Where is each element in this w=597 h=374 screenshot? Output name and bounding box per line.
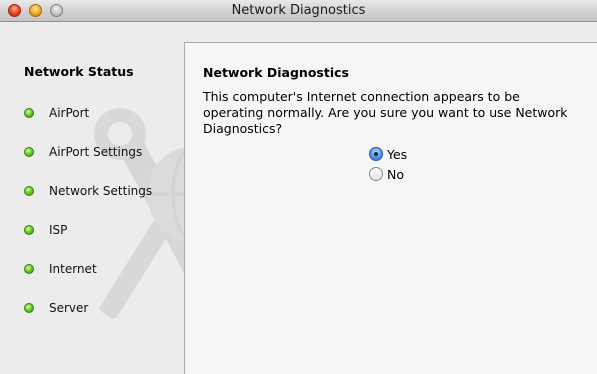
status-label: AirPort Settings — [49, 145, 143, 159]
network-status-sidebar: Network Status AirPort AirPort Settings … — [0, 22, 243, 374]
window-title: Network Diagnostics — [231, 3, 366, 18]
status-item-internet: Internet — [24, 261, 97, 277]
status-item-airport: AirPort — [24, 105, 89, 121]
radio-option-yes[interactable]: Yes — [369, 146, 407, 162]
radio-button-selected[interactable] — [369, 147, 383, 161]
confirmation-message: This computer's Internet connection appe… — [203, 89, 568, 136]
green-status-light-icon — [24, 264, 34, 274]
title-bar[interactable]: Network Diagnostics — [0, 0, 597, 22]
status-item-server: Server — [24, 300, 88, 316]
sidebar-heading: Network Status — [24, 64, 134, 79]
status-label: AirPort — [49, 106, 90, 120]
green-status-light-icon — [24, 147, 34, 157]
radio-label-yes[interactable]: Yes — [387, 147, 407, 162]
green-status-light-icon — [24, 225, 34, 235]
content-panel: Network Diagnostics This computer's Inte… — [184, 42, 597, 374]
network-diagnostics-window: Network Diagnostics Network Status AirPo… — [0, 0, 597, 374]
radio-label-no[interactable]: No — [387, 167, 404, 182]
status-item-network-settings: Network Settings — [24, 183, 152, 199]
panel-title: Network Diagnostics — [203, 65, 349, 80]
status-label: Server — [49, 301, 89, 315]
status-label: Internet — [49, 262, 97, 276]
green-status-light-icon — [24, 186, 34, 196]
status-item-airport-settings: AirPort Settings — [24, 144, 142, 160]
radio-option-no[interactable]: No — [369, 166, 404, 182]
green-status-light-icon — [24, 303, 34, 313]
status-label: ISP — [49, 223, 68, 237]
status-item-isp: ISP — [24, 222, 67, 238]
radio-button-unselected[interactable] — [369, 167, 383, 181]
status-label: Network Settings — [49, 184, 153, 198]
green-status-light-icon — [24, 108, 34, 118]
